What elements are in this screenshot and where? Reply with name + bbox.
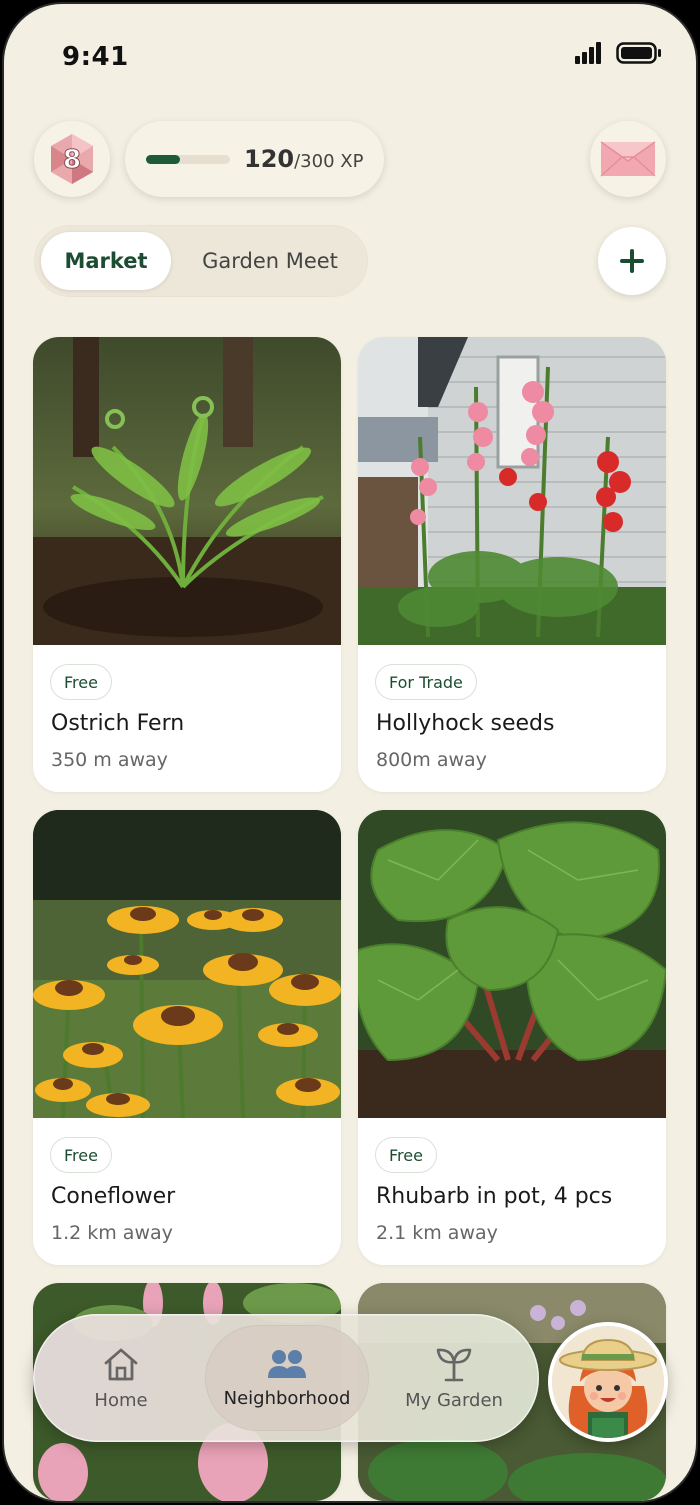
phone-screen: 9:41 8 120/300 XP Market Garden Meet Fre… <box>4 4 696 1501</box>
listing-card[interactable]: Free Coneflower 1.2 km away <box>33 810 341 1265</box>
level-badge[interactable]: 8 <box>34 121 110 197</box>
nav-my-garden-label: My Garden <box>405 1389 503 1411</box>
xp-progress-pill[interactable]: 120/300 XP <box>125 121 384 197</box>
mail-button[interactable] <box>590 121 666 197</box>
nav-home[interactable]: Home <box>61 1314 181 1442</box>
profile-avatar[interactable] <box>548 1322 668 1442</box>
tab-market[interactable]: Market <box>41 232 171 290</box>
listing-title: Hollyhock seeds <box>376 711 555 736</box>
xp-current: 120 <box>244 145 295 173</box>
sprout-icon <box>436 1348 472 1381</box>
level-gem-icon: 8 <box>51 134 93 184</box>
listing-distance: 350 m away <box>51 749 168 771</box>
listing-distance: 1.2 km away <box>51 1222 173 1244</box>
people-icon <box>268 1349 306 1378</box>
bottom-navigation: Home Neighborhood My Garden <box>33 1314 539 1442</box>
gardener-avatar-icon <box>552 1326 664 1438</box>
listing-card[interactable]: Free Ostrich Fern 350 m away <box>33 337 341 792</box>
listing-tag: Free <box>50 664 112 700</box>
listing-info: For Trade Hollyhock seeds 800m away <box>358 645 666 792</box>
battery-icon <box>616 42 661 64</box>
listing-photo <box>33 337 341 645</box>
listing-tag: For Trade <box>375 664 477 700</box>
nav-my-garden[interactable]: My Garden <box>389 1314 519 1442</box>
listing-info: Free Rhubarb in pot, 4 pcs 2.1 km away <box>358 1118 666 1265</box>
level-number: 8 <box>63 145 81 175</box>
plus-icon <box>620 249 644 273</box>
home-icon <box>104 1348 138 1380</box>
listing-title: Coneflower <box>51 1184 176 1209</box>
listing-photo <box>358 810 666 1118</box>
segment-tabs: Market Garden Meet <box>34 225 368 297</box>
add-listing-button[interactable] <box>598 227 666 295</box>
nav-neighborhood[interactable]: Neighborhood <box>205 1325 369 1431</box>
listing-distance: 2.1 km away <box>376 1222 498 1244</box>
listing-card[interactable]: For Trade Hollyhock seeds 800m away <box>358 337 666 792</box>
tab-garden-meet[interactable]: Garden Meet <box>184 232 356 290</box>
listing-distance: 800m away <box>376 749 487 771</box>
listing-title: Ostrich Fern <box>51 711 185 736</box>
listing-photo <box>33 810 341 1118</box>
listing-tag: Free <box>50 1137 112 1173</box>
xp-label: 120/300 XP <box>244 145 363 173</box>
status-icons <box>574 42 662 64</box>
listing-tag: Free <box>375 1137 437 1173</box>
listing-card[interactable]: Free Rhubarb in pot, 4 pcs 2.1 km away <box>358 810 666 1265</box>
status-time: 9:41 <box>62 42 129 72</box>
nav-neighborhood-label: Neighborhood <box>223 1387 351 1409</box>
envelope-icon <box>600 141 656 177</box>
listing-photo <box>358 337 666 645</box>
signal-icon <box>575 42 601 64</box>
xp-max: /300 XP <box>294 151 364 172</box>
xp-progress-fill <box>146 155 180 164</box>
listing-info: Free Ostrich Fern 350 m away <box>33 645 341 792</box>
nav-home-label: Home <box>94 1389 148 1411</box>
listing-info: Free Coneflower 1.2 km away <box>33 1118 341 1265</box>
xp-progress-track <box>146 155 230 164</box>
listing-title: Rhubarb in pot, 4 pcs <box>376 1184 613 1209</box>
